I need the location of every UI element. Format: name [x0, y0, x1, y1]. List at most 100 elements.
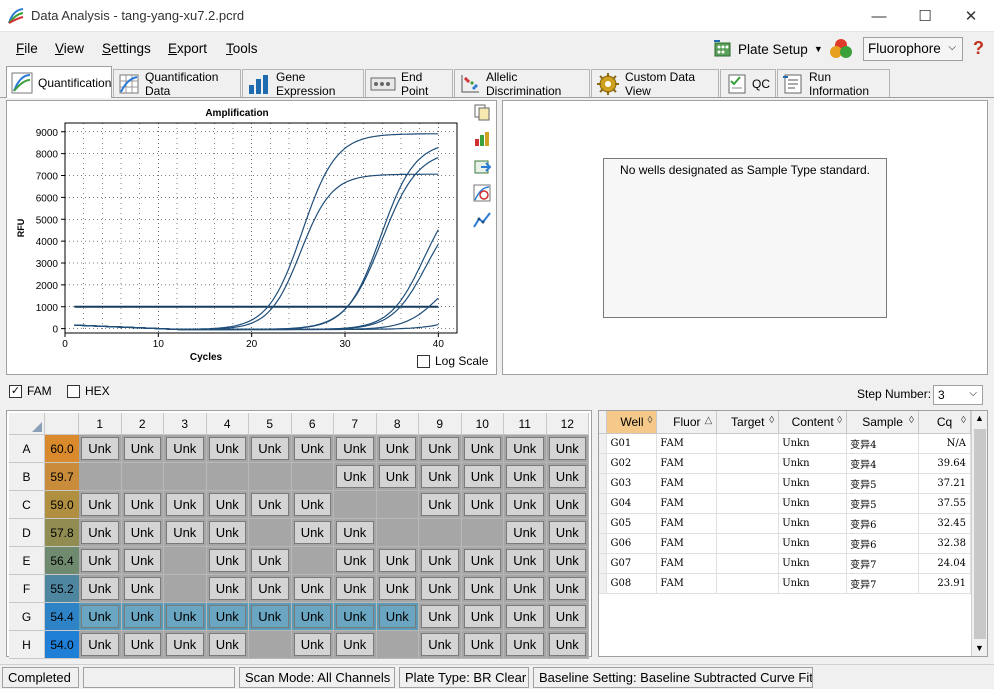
well-E2[interactable]: Unk — [121, 547, 164, 575]
step-number-select[interactable]: 3 ⌵ — [933, 385, 983, 405]
well-F10[interactable]: Unk — [461, 575, 504, 603]
well-G4[interactable]: Unk — [206, 603, 249, 631]
well-D12[interactable]: Unk — [546, 519, 589, 547]
well-C1[interactable]: Unk — [79, 491, 122, 519]
menu-export[interactable]: Export — [168, 41, 207, 56]
well-A3[interactable]: Unk — [164, 435, 207, 463]
scrollbar-thumb[interactable] — [974, 429, 986, 639]
well-B1[interactable] — [79, 463, 122, 491]
well-B10[interactable]: Unk — [461, 463, 504, 491]
row-selector[interactable] — [599, 473, 608, 494]
well-C8[interactable] — [376, 491, 419, 519]
row-header-A[interactable]: A — [9, 435, 45, 463]
well-C11[interactable]: Unk — [504, 491, 547, 519]
well-E7[interactable]: Unk — [334, 547, 377, 575]
well-C9[interactable]: Unk — [419, 491, 462, 519]
well-B2[interactable] — [121, 463, 164, 491]
row-selector[interactable] — [599, 433, 608, 454]
fluorophore-color-icon[interactable] — [829, 38, 853, 60]
column-header-9[interactable]: 9 — [419, 413, 462, 435]
table-row[interactable]: G06 FAM Unkn 变异6 32.38 — [599, 533, 972, 554]
row-selector[interactable] — [599, 533, 608, 554]
help-icon[interactable]: ? — [973, 38, 984, 59]
table-row[interactable]: G05 FAM Unkn 变异6 32.45 — [599, 513, 972, 534]
well-A4[interactable]: Unk — [206, 435, 249, 463]
well-C7[interactable] — [334, 491, 377, 519]
well-F7[interactable]: Unk — [334, 575, 377, 603]
well-F12[interactable]: Unk — [546, 575, 589, 603]
well-B11[interactable]: Unk — [504, 463, 547, 491]
well-E1[interactable]: Unk — [79, 547, 122, 575]
well-F6[interactable]: Unk — [291, 575, 334, 603]
well-D9[interactable] — [419, 519, 462, 547]
well-G3[interactable]: Unk — [164, 603, 207, 631]
row-selector[interactable] — [599, 453, 608, 474]
well-C5[interactable]: Unk — [249, 491, 292, 519]
well-E10[interactable]: Unk — [461, 547, 504, 575]
hex-checkbox[interactable] — [67, 384, 80, 398]
vertical-scrollbar[interactable]: ▲ ▼ — [971, 411, 987, 656]
column-header-2[interactable]: 2 — [121, 413, 164, 435]
row-header-H[interactable]: H — [9, 631, 45, 659]
well-E4[interactable]: Unk — [206, 547, 249, 575]
menu-settings[interactable]: Settings — [102, 41, 151, 56]
well-C6[interactable]: Unk — [291, 491, 334, 519]
well-H3[interactable]: Unk — [164, 631, 207, 659]
table-row[interactable]: G02 FAM Unkn 变异4 39.64 — [599, 453, 972, 474]
well-H9[interactable]: Unk — [419, 631, 462, 659]
well-H2[interactable]: Unk — [121, 631, 164, 659]
column-header-5[interactable]: 5 — [249, 413, 292, 435]
well-H4[interactable]: Unk — [206, 631, 249, 659]
well-A12[interactable]: Unk — [546, 435, 589, 463]
export-chart-icon[interactable] — [473, 157, 492, 175]
well-D7[interactable]: Unk — [334, 519, 377, 547]
well-G12[interactable]: Unk — [546, 603, 589, 631]
table-row[interactable]: G08 FAM Unkn 变异7 23.91 — [599, 573, 972, 594]
well-B5[interactable] — [249, 463, 292, 491]
plate-corner[interactable] — [9, 413, 45, 435]
column-header-sample[interactable]: Sample ◊ — [846, 411, 919, 434]
fam-filter[interactable]: ✓ FAM — [9, 384, 52, 398]
tab-custom-data-view[interactable]: Custom Data View — [591, 69, 719, 98]
well-A2[interactable]: Unk — [121, 435, 164, 463]
row-header-E[interactable]: E — [9, 547, 45, 575]
well-A1[interactable]: Unk — [79, 435, 122, 463]
minimize-button[interactable]: — — [856, 0, 902, 32]
well-F2[interactable]: Unk — [121, 575, 164, 603]
row-selector[interactable] — [599, 553, 608, 574]
well-D1[interactable]: Unk — [79, 519, 122, 547]
well-D2[interactable]: Unk — [121, 519, 164, 547]
well-D10[interactable] — [461, 519, 504, 547]
well-H8[interactable] — [376, 631, 419, 659]
log-scale-checkbox[interactable] — [417, 354, 430, 368]
row-header-C[interactable]: C — [9, 491, 45, 519]
well-A9[interactable]: Unk — [419, 435, 462, 463]
tab-allelic-discrimination[interactable]: Allelic Discrimination — [454, 69, 590, 98]
well-F11[interactable]: Unk — [504, 575, 547, 603]
zoom-icon[interactable] — [473, 184, 491, 202]
well-G10[interactable]: Unk — [461, 603, 504, 631]
maximize-button[interactable]: ☐ — [902, 0, 948, 32]
well-B8[interactable]: Unk — [376, 463, 419, 491]
well-F8[interactable]: Unk — [376, 575, 419, 603]
log-scale-option[interactable]: Log Scale — [417, 354, 488, 368]
well-D4[interactable]: Unk — [206, 519, 249, 547]
well-G6[interactable]: Unk — [291, 603, 334, 631]
sort-icon[interactable]: ◊ — [837, 415, 842, 426]
row-header-G[interactable]: G — [9, 603, 45, 631]
column-header-fluor[interactable]: Fluor △ — [656, 411, 718, 434]
column-header-cq[interactable]: Cq ◊ — [918, 411, 972, 434]
well-E12[interactable]: Unk — [546, 547, 589, 575]
well-H12[interactable]: Unk — [546, 631, 589, 659]
well-D6[interactable]: Unk — [291, 519, 334, 547]
fam-checkbox[interactable]: ✓ — [9, 384, 22, 398]
well-A6[interactable]: Unk — [291, 435, 334, 463]
well-F1[interactable]: Unk — [79, 575, 122, 603]
column-header-11[interactable]: 11 — [504, 413, 547, 435]
sort-icon[interactable]: △ — [705, 415, 713, 426]
column-header-well[interactable]: Well ◊ — [606, 411, 658, 434]
sort-icon[interactable]: ◊ — [647, 415, 652, 426]
well-F4[interactable]: Unk — [206, 575, 249, 603]
plate-setup-button[interactable]: Plate Setup ▼ — [712, 37, 823, 61]
table-row[interactable]: G07 FAM Unkn 变异7 24.04 — [599, 553, 972, 574]
